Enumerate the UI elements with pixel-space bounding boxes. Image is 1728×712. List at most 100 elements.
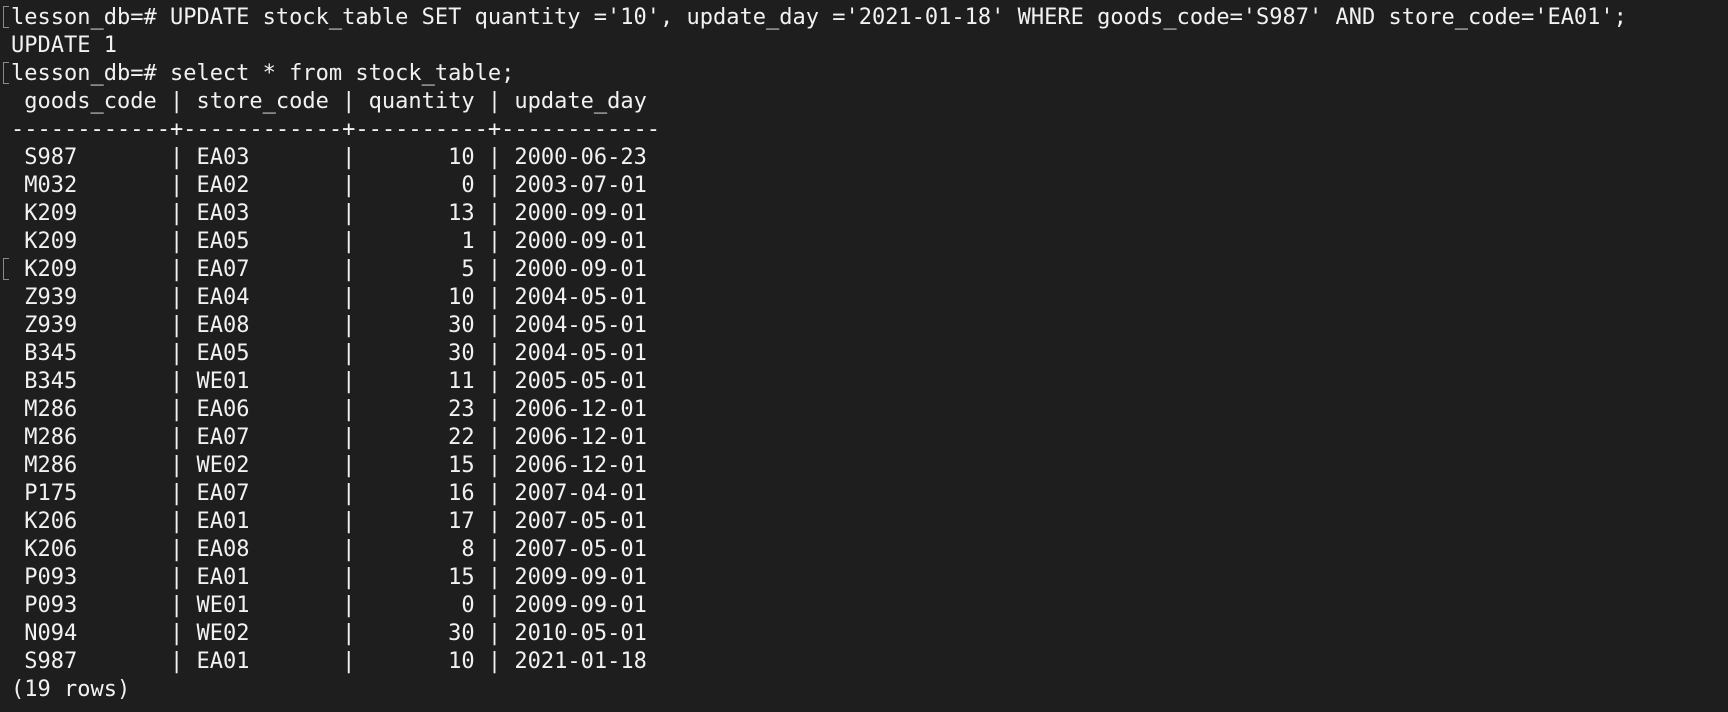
cell-padding xyxy=(11,453,24,478)
cell-update-day: 2005-05-01 xyxy=(514,369,647,394)
table-header: goods_code | store_code | quantity | upd… xyxy=(11,88,1728,116)
cell-padding xyxy=(11,397,24,422)
cell-store-code: EA01 xyxy=(196,565,329,590)
cell-store-code: EA07 xyxy=(196,481,329,506)
cell-padding xyxy=(11,341,24,366)
cell-padding: | xyxy=(328,453,369,478)
cell-quantity: 11 xyxy=(368,369,475,394)
cell-goods-code: K209 xyxy=(24,201,157,226)
cell-quantity: 22 xyxy=(368,425,475,450)
table-row: K206 | EA08 | 8 | 2007-05-01 xyxy=(11,536,1728,564)
cell-goods-code: M286 xyxy=(24,425,157,450)
table-row: Z939 | EA08 | 30 | 2004-05-01 xyxy=(11,312,1728,340)
cell-quantity: 30 xyxy=(368,621,475,646)
cell-padding: | xyxy=(328,565,369,590)
cell-padding: | xyxy=(156,201,197,226)
cell-update-day: 2004-05-01 xyxy=(514,341,647,366)
cell-update-day: 2006-12-01 xyxy=(514,453,647,478)
cell-padding xyxy=(11,425,24,450)
cell-padding: | xyxy=(328,425,369,450)
cell-store-code: WE01 xyxy=(196,369,329,394)
table-row: M032 | EA02 | 0 | 2003-07-01 xyxy=(11,172,1728,200)
cell-quantity: 15 xyxy=(368,453,475,478)
cell-quantity: 30 xyxy=(368,313,475,338)
column-header-goods-code: goods_code xyxy=(24,89,157,114)
row-count: (19 rows) xyxy=(11,677,131,702)
cell-padding: | xyxy=(474,537,515,562)
cell-padding: | xyxy=(328,229,369,254)
cell-padding: | xyxy=(328,173,369,198)
cell-update-day: 2007-04-01 xyxy=(514,481,647,506)
cell-padding: | xyxy=(474,313,515,338)
cell-padding: | xyxy=(156,285,197,310)
cell-padding: | xyxy=(474,453,515,478)
cell-padding xyxy=(11,89,24,114)
cell-store-code: EA03 xyxy=(196,201,329,226)
line-mark-icon xyxy=(3,62,9,84)
cell-store-code: WE01 xyxy=(196,593,329,618)
cell-padding: | xyxy=(156,565,197,590)
cell-padding: | xyxy=(156,509,197,534)
cell-padding: | xyxy=(328,145,369,170)
cell-store-code: WE02 xyxy=(196,453,329,478)
cell-padding: | xyxy=(156,369,197,394)
column-header-store-code: store_code xyxy=(196,89,329,114)
cell-quantity: 30 xyxy=(368,341,475,366)
cell-quantity: 0 xyxy=(368,593,475,618)
table-row: N094 | WE02 | 30 | 2010-05-01 xyxy=(11,620,1728,648)
cell-quantity: 17 xyxy=(368,509,475,534)
cell-padding xyxy=(11,537,24,562)
cell-store-code: EA07 xyxy=(196,257,329,282)
cell-padding: | xyxy=(156,453,197,478)
update-result: UPDATE 1 xyxy=(11,33,117,58)
table-row: P175 | EA07 | 16 | 2007-04-01 xyxy=(11,480,1728,508)
cell-store-code: EA06 xyxy=(196,397,329,422)
cell-padding: | xyxy=(474,285,515,310)
cell-padding xyxy=(11,565,24,590)
column-header-quantity: quantity xyxy=(368,89,475,114)
cell-update-day: 2021-01-18 xyxy=(514,649,647,674)
cell-quantity: 15 xyxy=(368,565,475,590)
cell-goods-code: S987 xyxy=(24,145,157,170)
line-mark-icon xyxy=(3,6,9,28)
cell-goods-code: P093 xyxy=(24,565,157,590)
cell-goods-code: P093 xyxy=(24,593,157,618)
prompt: lesson_db=# xyxy=(11,5,170,30)
cell-padding xyxy=(11,649,24,674)
cell-update-day: 2007-05-01 xyxy=(514,537,647,562)
cell-store-code: EA05 xyxy=(196,341,329,366)
cell-padding: | xyxy=(328,621,369,646)
cell-store-code: EA08 xyxy=(196,313,329,338)
table-row: M286 | EA07 | 22 | 2006-12-01 xyxy=(11,424,1728,452)
cell-padding: | xyxy=(328,397,369,422)
cell-update-day: 2007-05-01 xyxy=(514,509,647,534)
cell-goods-code: Z939 xyxy=(24,285,157,310)
cell-padding xyxy=(11,229,24,254)
cell-update-day: 2000-09-01 xyxy=(514,229,647,254)
cell-update-day: 2004-05-01 xyxy=(514,313,647,338)
table-row: M286 | WE02 | 15 | 2006-12-01 xyxy=(11,452,1728,480)
cell-padding: | xyxy=(328,537,369,562)
cell-padding: | xyxy=(156,229,197,254)
cell-goods-code: M286 xyxy=(24,453,157,478)
cell-store-code: EA08 xyxy=(196,537,329,562)
cell-update-day: 2006-12-01 xyxy=(514,425,647,450)
cell-padding: | xyxy=(474,257,515,282)
cell-store-code: EA01 xyxy=(196,649,329,674)
cell-padding: | xyxy=(156,397,197,422)
cell-goods-code: S987 xyxy=(24,649,157,674)
cell-padding xyxy=(11,621,24,646)
cell-padding: | xyxy=(474,229,515,254)
cell-padding: | xyxy=(156,173,197,198)
cell-padding: | xyxy=(328,369,369,394)
cell-store-code: EA05 xyxy=(196,229,329,254)
cell-store-code: EA04 xyxy=(196,285,329,310)
terminal-window[interactable]: lesson_db=# UPDATE stock_table SET quant… xyxy=(0,0,1728,712)
cell-padding: | xyxy=(156,341,197,366)
table-row: M286 | EA06 | 23 | 2006-12-01 xyxy=(11,396,1728,424)
cell-padding xyxy=(11,593,24,618)
cell-padding: | xyxy=(474,481,515,506)
table-row: S987 | EA01 | 10 | 2021-01-18 xyxy=(11,648,1728,676)
cell-padding: | xyxy=(328,509,369,534)
cell-padding xyxy=(11,201,24,226)
